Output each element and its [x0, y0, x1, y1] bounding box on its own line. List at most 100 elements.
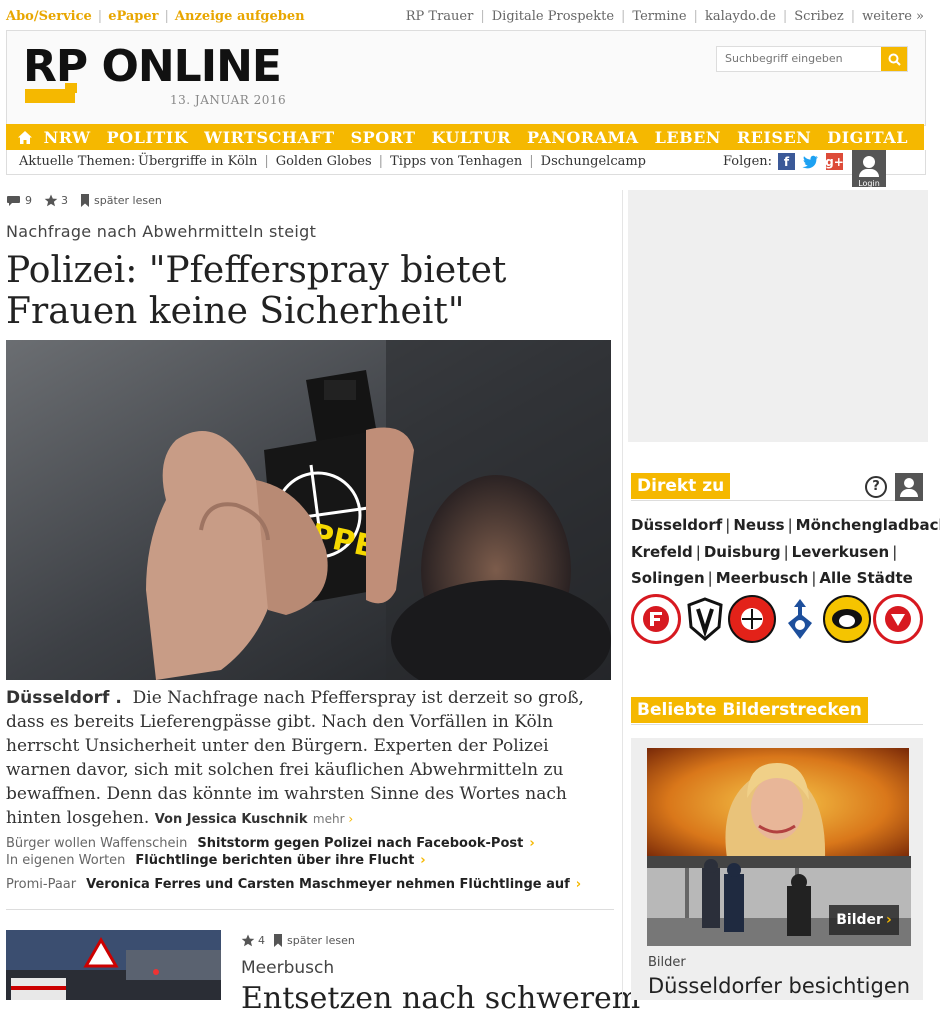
- user-icon-body: [859, 169, 879, 177]
- topic-link[interactable]: Tipps von Tenhagen: [390, 154, 522, 169]
- read-later-link[interactable]: später lesen: [287, 934, 355, 947]
- star-count[interactable]: 4: [258, 934, 265, 947]
- section-divider: [631, 500, 923, 501]
- gallery-image[interactable]: [647, 748, 909, 858]
- gallery-headline[interactable]: Düsseldorfer besichtigen: [648, 974, 910, 998]
- login-button[interactable]: Login: [852, 150, 886, 188]
- top-link-scribez[interactable]: Scribez: [794, 9, 843, 24]
- service-links: Abo/Service | ePaper | Anzeige aufgeben: [6, 9, 305, 24]
- user-icon-body: [900, 489, 918, 497]
- anzeige-link[interactable]: Anzeige aufgeben: [175, 9, 305, 24]
- city-link[interactable]: Düsseldorf: [631, 516, 722, 534]
- nav-item-leben[interactable]: LEBEN: [655, 128, 721, 147]
- search-input[interactable]: [717, 47, 893, 70]
- epaper-link[interactable]: ePaper: [108, 9, 158, 24]
- deg-logo[interactable]: [872, 594, 923, 644]
- chevron-right-icon: ›: [575, 877, 582, 892]
- user-button[interactable]: [895, 473, 923, 501]
- help-icon[interactable]: ?: [865, 476, 887, 498]
- fortuna-duesseldorf-logo[interactable]: [631, 594, 681, 644]
- article-teaser: Düsseldorf . Die Nachfrage nach Pfeffers…: [6, 686, 610, 832]
- related-title: Flüchtlinge berichten über ihre Flucht: [135, 853, 415, 868]
- google-plus-icon[interactable]: g+: [825, 153, 844, 170]
- topic-link[interactable]: Dschungelcamp: [541, 154, 646, 169]
- site-logo[interactable]: RP ONLINE: [23, 41, 282, 92]
- nav-item-reisen[interactable]: REISEN: [737, 128, 811, 147]
- comment-icon: [7, 195, 20, 206]
- top-link-termine[interactable]: Termine: [632, 9, 686, 24]
- city-link[interactable]: Neuss: [733, 516, 784, 534]
- star-count[interactable]: 3: [61, 194, 68, 207]
- gallery-kicker: Bilder: [648, 955, 686, 970]
- city-link[interactable]: Leverkusen: [792, 543, 890, 561]
- related-title: Shitstorm gegen Polizei nach Facebook-Po…: [197, 836, 524, 851]
- related-kicker: In eigenen Worten: [6, 853, 126, 868]
- pepper-spray-photo: PEPPER: [6, 340, 611, 680]
- article2-kicker: Meerbusch: [241, 958, 335, 978]
- article2-headline[interactable]: Entsetzen nach schwerem: [241, 982, 640, 1016]
- more-link-label: mehr: [312, 812, 345, 826]
- star-icon: [44, 194, 58, 207]
- topics-list: Übergriffe in Köln | Golden Globes | Tipps v…: [138, 154, 647, 169]
- city-link[interactable]: Solingen: [631, 569, 705, 587]
- search-icon: [888, 53, 901, 66]
- read-later-link[interactable]: später lesen: [94, 194, 162, 207]
- search-box: [716, 46, 908, 72]
- topics-label: Aktuelle Themen:: [19, 154, 136, 169]
- club-logos: [631, 594, 923, 644]
- nav-item-wirtschaft[interactable]: WIRTSCHAFT: [204, 128, 334, 147]
- comment-count[interactable]: 9: [25, 194, 32, 207]
- street-scene-photo: [6, 930, 221, 1000]
- main-nav: NRW POLITIK WIRTSCHAFT SPORT KULTUR PANO…: [6, 124, 924, 150]
- related-item[interactable]: Bürger wollen Waffenschein Shitstorm gege…: [6, 836, 535, 851]
- article-headline[interactable]: Polizei: "Pfefferspray bietet Frauen kei…: [6, 250, 606, 332]
- related-kicker: Bürger wollen Waffenschein: [6, 836, 188, 851]
- topic-link[interactable]: Übergriffe in Köln: [138, 154, 257, 169]
- bilder-button-label: Bilder: [836, 912, 883, 928]
- nav-item-nrw[interactable]: NRW: [44, 128, 91, 147]
- article-image[interactable]: PEPPER: [6, 340, 611, 680]
- more-link[interactable]: mehr ›: [313, 812, 353, 826]
- facebook-icon[interactable]: f: [778, 153, 795, 170]
- city-link[interactable]: Alle Städte: [819, 569, 912, 587]
- nav-item-sport[interactable]: SPORT: [351, 128, 416, 147]
- nav-item-panorama[interactable]: PANORAMA: [527, 128, 639, 147]
- gallery-section-title: Beliebte Bilderstrecken: [631, 697, 868, 723]
- service-bar: Abo/Service | ePaper | Anzeige aufgeben RP T…: [0, 0, 940, 34]
- city-link[interactable]: Mönchengladbach: [796, 516, 940, 534]
- city-link[interactable]: Meerbusch: [716, 569, 809, 587]
- divider: [6, 909, 614, 910]
- top-link-trauer[interactable]: RP Trauer: [406, 9, 474, 24]
- city-links: Düsseldorf | Neuss | Mönchengladbach Krefeld…: [631, 512, 940, 592]
- topic-link[interactable]: Golden Globes: [276, 154, 372, 169]
- bookmark-icon: [274, 934, 282, 947]
- nav-item-digital[interactable]: DIGITAL: [827, 128, 908, 147]
- column-divider: [622, 190, 623, 1000]
- article-author: Von Jessica Kuschnik: [154, 812, 308, 827]
- user-icon: [904, 478, 914, 488]
- home-button[interactable]: [6, 130, 44, 145]
- leverkusen-logo[interactable]: [728, 595, 777, 643]
- bilder-button[interactable]: Bilder ›: [829, 905, 899, 935]
- krefeld-pinguine-logo[interactable]: [823, 595, 872, 643]
- related-item[interactable]: Promi-Paar Veronica Ferres und Carsten Ma…: [6, 877, 581, 892]
- nav-item-politik[interactable]: POLITIK: [107, 128, 189, 147]
- nav-item-kultur[interactable]: KULTUR: [432, 128, 511, 147]
- chevron-right-icon: ›: [529, 836, 535, 851]
- top-link-kalaydo[interactable]: kalaydo.de: [705, 9, 776, 24]
- article2-image[interactable]: [6, 930, 221, 1000]
- twitter-icon[interactable]: [802, 153, 819, 170]
- related-item[interactable]: In eigenen Worten Flüchtlinge berichten ü…: [6, 853, 426, 868]
- city-link[interactable]: Duisburg: [704, 543, 781, 561]
- city-link[interactable]: Krefeld: [631, 543, 693, 561]
- article2-meta: 4 später lesen: [241, 934, 355, 947]
- article-kicker: Nachfrage nach Abwehrmitteln steigt: [6, 222, 317, 241]
- bookmark-icon: [81, 194, 89, 207]
- abo-service-link[interactable]: Abo/Service: [6, 9, 92, 24]
- chevron-right-icon: ›: [885, 912, 892, 928]
- gladbach-logo[interactable]: [682, 597, 727, 641]
- search-button[interactable]: [881, 47, 907, 71]
- top-link-weitere[interactable]: weitere »: [862, 9, 924, 24]
- msv-duisburg-logo[interactable]: [777, 597, 822, 641]
- top-link-prospekte[interactable]: Digitale Prospekte: [492, 9, 614, 24]
